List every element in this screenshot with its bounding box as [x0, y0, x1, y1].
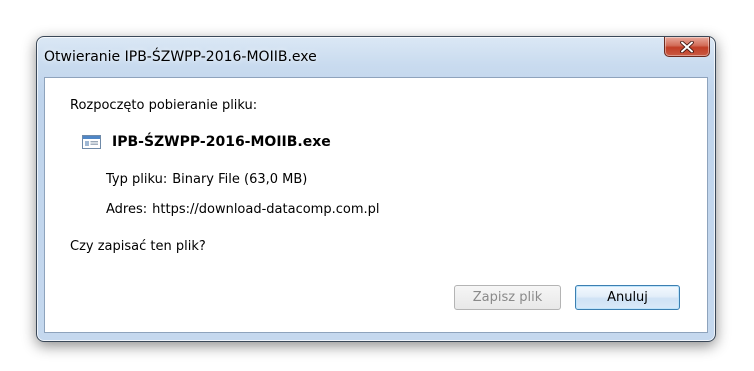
- file-address-value: https://download-datacomp.com.pl: [152, 202, 380, 217]
- close-icon: [680, 40, 694, 53]
- close-button[interactable]: [664, 37, 710, 57]
- file-name: IPB-ŚZWPP-2016-MOIIB.exe: [112, 134, 331, 150]
- save-file-button[interactable]: Zapisz plik: [454, 285, 561, 310]
- save-question-text: Czy zapisać ten plik?: [70, 239, 206, 254]
- file-row: IPB-ŚZWPP-2016-MOIIB.exe: [82, 134, 331, 150]
- title-bar[interactable]: Otwieranie IPB-ŚZWPP-2016-MOIIB.exe: [37, 37, 715, 77]
- cancel-button[interactable]: Anuluj: [575, 285, 680, 310]
- download-intro-text: Rozpoczęto pobieranie pliku:: [70, 98, 258, 113]
- file-type-label: Typ pliku:: [106, 172, 168, 187]
- dialog-content: Rozpoczęto pobieranie pliku: IPB-ŚZWPP-2…: [44, 77, 708, 333]
- window-title: Otwieranie IPB-ŚZWPP-2016-MOIIB.exe: [44, 49, 317, 65]
- file-address-label: Adres:: [106, 202, 148, 217]
- file-type-value: Binary File (63,0 MB): [172, 172, 308, 187]
- download-dialog-window: Otwieranie IPB-ŚZWPP-2016-MOIIB.exe Rozp…: [36, 36, 716, 342]
- file-address-row: Adres: https://download-datacomp.com.pl: [106, 202, 379, 217]
- file-type-row: Typ pliku: Binary File (63,0 MB): [106, 172, 307, 187]
- executable-file-icon: [82, 135, 101, 149]
